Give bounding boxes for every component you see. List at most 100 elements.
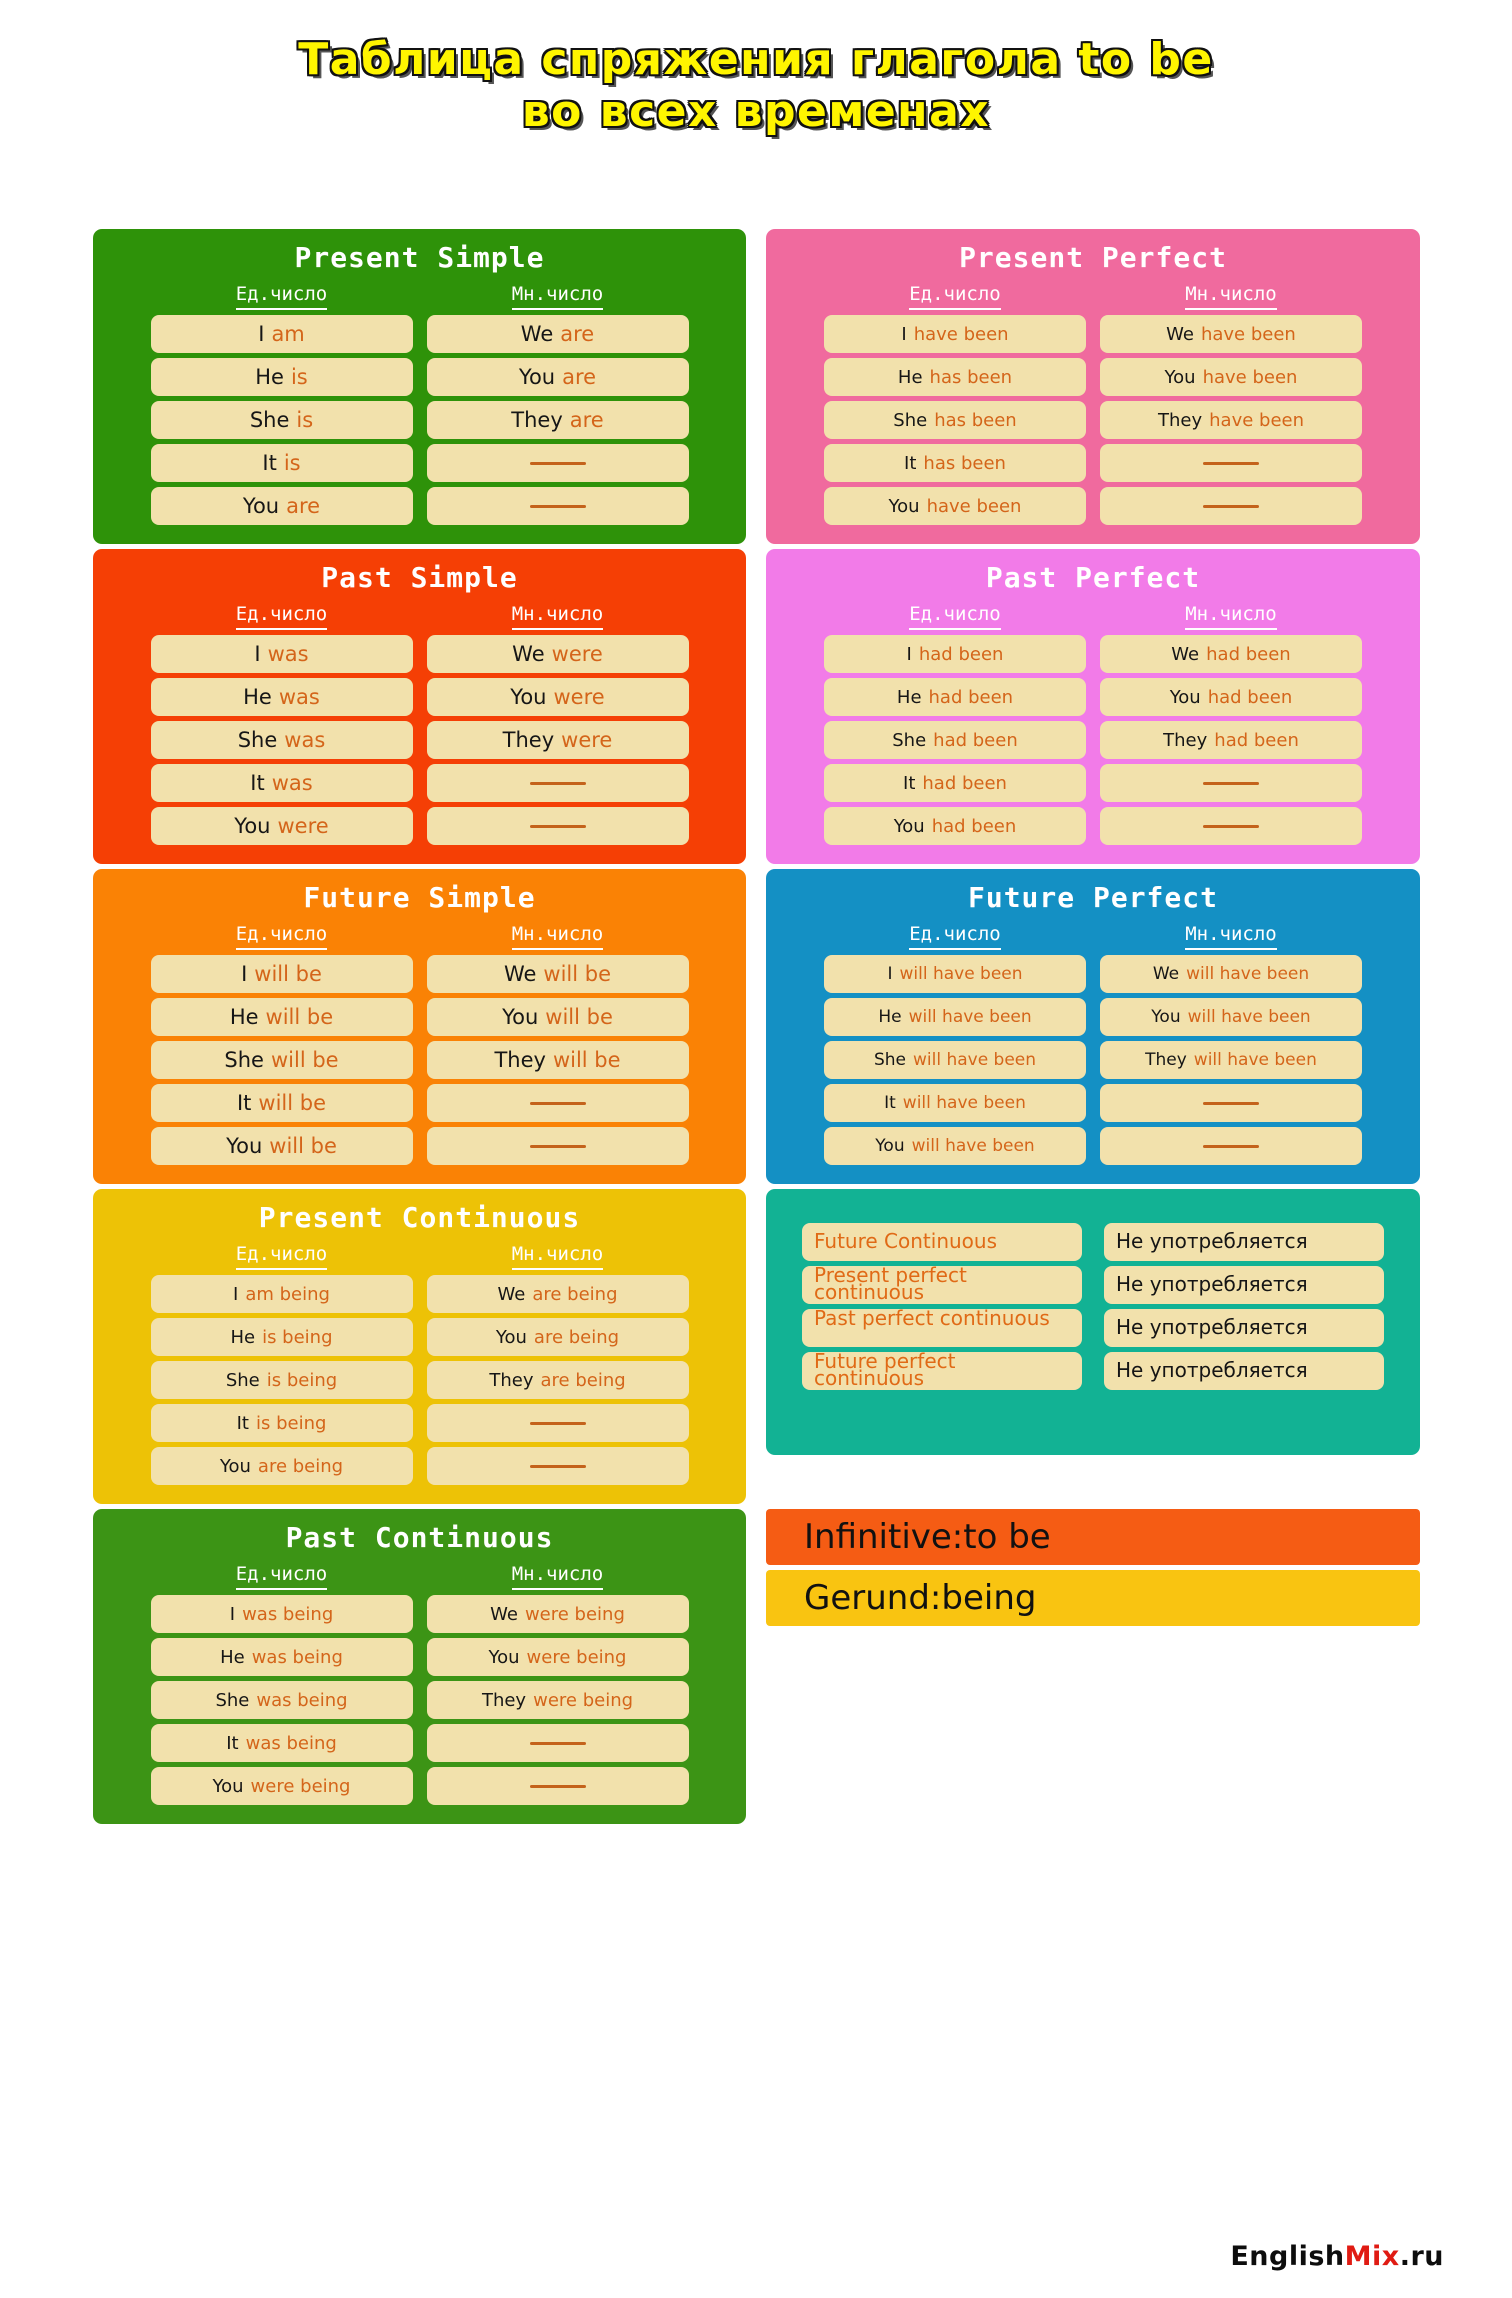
tense-card-future-perfect: Future Perfect Ед.число Iwill have been … xyxy=(766,869,1420,1184)
card-title: Present Perfect xyxy=(959,241,1227,274)
column-header-plural: Мн.число xyxy=(427,1563,689,1595)
pronoun: You xyxy=(893,815,925,837)
verb-form: was xyxy=(271,771,313,795)
pronoun: They xyxy=(1157,409,1203,431)
tense-card-present-continuous: Present Continuous Ед.число Iam being He… xyxy=(93,1189,746,1504)
logo-part-english: English xyxy=(1230,2241,1345,2272)
not-used-tenses-card: Future Continuous Present perfect contin… xyxy=(766,1189,1420,1455)
verb-form: were xyxy=(551,642,603,666)
pronoun: We xyxy=(520,322,554,346)
conjugation-pill: They will be xyxy=(426,1041,689,1079)
verb-form: was being xyxy=(256,1689,348,1711)
verb-form: was being xyxy=(251,1646,343,1668)
conjugation-pill: You will have been xyxy=(1100,998,1362,1036)
verb-form: have been xyxy=(913,323,1009,345)
conjugation-pill: You were being xyxy=(426,1638,689,1676)
grid-col-right-4: Future Continuous Present perfect contin… xyxy=(766,1189,1420,1460)
verb-form: will be xyxy=(543,962,612,986)
conjugation-pill: You will be xyxy=(150,1127,413,1165)
conjugation-pill: Iwill have been xyxy=(824,955,1086,993)
pronoun: We xyxy=(497,1283,526,1305)
pronoun: You xyxy=(488,1646,520,1668)
pronoun: We xyxy=(1171,643,1200,665)
grid-col-left-1: Present Simple Ед.число Iam He is She is I… xyxy=(93,229,746,549)
singular-column: Ед.число Iwill be He will be She will be I… xyxy=(150,923,413,1170)
pronoun: They xyxy=(511,408,563,432)
singular-column: Ед.число Iwas being He was being She was b… xyxy=(150,1563,413,1810)
verb-form: were being xyxy=(250,1775,351,1797)
conjugation-pill: You are being xyxy=(150,1447,413,1485)
verb-form: are xyxy=(560,322,595,346)
plural-column: Мн.число We will be You will be They will b… xyxy=(426,923,689,1170)
verb-form: had been xyxy=(931,815,1017,837)
grid-col-left-4: Present Continuous Ед.число Iam being He… xyxy=(93,1189,746,1509)
pronoun: You xyxy=(495,1326,527,1348)
pronoun: It xyxy=(250,771,265,795)
verb-form: had been xyxy=(1207,686,1293,708)
conjugation-pill: It has been xyxy=(824,444,1086,482)
conjugation-pill: You are xyxy=(426,358,689,396)
not-used-message: Не употребляется xyxy=(1104,1352,1384,1390)
card-title: Future Simple xyxy=(303,881,536,914)
verb-form: will have been xyxy=(1193,1050,1317,1070)
pronoun: I xyxy=(229,1603,236,1625)
pronoun: He xyxy=(243,685,272,709)
empty-slot-dash xyxy=(1100,1084,1362,1122)
conjugation-pill: He is xyxy=(150,358,413,396)
pronoun: He xyxy=(897,366,923,388)
singular-column: Ед.число Iam being He is being She is bein… xyxy=(150,1243,413,1490)
grid-row-2: Past Simple Ед.число Iwas He was She was I… xyxy=(93,549,1420,869)
conjugation-pill: It is being xyxy=(150,1404,413,1442)
empty-slot-dash xyxy=(1100,444,1362,482)
verb-form: are being xyxy=(540,1369,626,1391)
pronoun: You xyxy=(888,495,920,517)
conjugation-pill: We are being xyxy=(426,1275,689,1313)
verb-form: is being xyxy=(262,1326,333,1348)
verb-form: was xyxy=(267,642,309,666)
verb-form: are xyxy=(562,365,597,389)
pronoun: I xyxy=(887,964,893,984)
conjugation-pill: Ihave been xyxy=(824,315,1086,353)
verb-form: were xyxy=(561,728,613,752)
verb-form: had been xyxy=(1214,729,1299,751)
conjugation-pill: You had been xyxy=(824,807,1086,845)
conjugation-pill: She will have been xyxy=(824,1041,1086,1079)
verb-form: have been xyxy=(1202,366,1298,388)
pronoun: You xyxy=(1169,686,1201,708)
pronoun: We xyxy=(503,962,537,986)
verb-form: will be xyxy=(258,1091,327,1115)
column-header-plural: Мн.число xyxy=(1100,603,1362,635)
conjugation-pill: You will have been xyxy=(824,1127,1086,1165)
grid-col-right-1: Present Perfect Ед.число Ihave been He ha… xyxy=(766,229,1420,549)
pronoun: I xyxy=(906,643,912,665)
empty-slot-dash xyxy=(426,764,689,802)
verb-form: has been xyxy=(929,366,1013,388)
pronoun: It xyxy=(236,1091,252,1115)
conjugation-pill: He has been xyxy=(824,358,1086,396)
card-title: Past Continuous xyxy=(285,1521,554,1554)
grid-row-4: Present Continuous Ед.число Iam being He… xyxy=(93,1189,1420,1509)
singular-column: Ед.число Ihave been He has been She has be… xyxy=(824,283,1086,530)
verb-form: was xyxy=(284,728,326,752)
conjugation-pill: He was being xyxy=(150,1638,413,1676)
conjugation-pill: You had been xyxy=(1100,678,1362,716)
pronoun: They xyxy=(494,1048,546,1072)
conjugation-pill: They will have been xyxy=(1100,1041,1362,1079)
pronoun: You xyxy=(875,1136,905,1156)
conjugation-pill: He is being xyxy=(150,1318,413,1356)
pronoun: It xyxy=(884,1093,896,1113)
grid-col-left-3: Future Simple Ед.число Iwill be He will b… xyxy=(93,869,746,1189)
verb-form: is being xyxy=(255,1412,327,1434)
verb-form: will be xyxy=(545,1005,613,1029)
pronoun: He xyxy=(230,1326,256,1348)
site-logo[interactable]: EnglishMix.ru xyxy=(1230,2241,1444,2272)
singular-column: Ед.число Iam He is She is It is You are xyxy=(150,283,413,530)
pronoun: She xyxy=(237,728,278,752)
pronoun: They xyxy=(1145,1050,1187,1070)
verb-form: will have been xyxy=(911,1136,1035,1156)
conjugation-pill: Ihad been xyxy=(824,635,1086,673)
conjugation-pill: They were xyxy=(426,721,689,759)
conjugation-pill: You were being xyxy=(150,1767,413,1805)
conjugation-pill: They have been xyxy=(1100,401,1362,439)
conjugation-pill: They are being xyxy=(426,1361,689,1399)
